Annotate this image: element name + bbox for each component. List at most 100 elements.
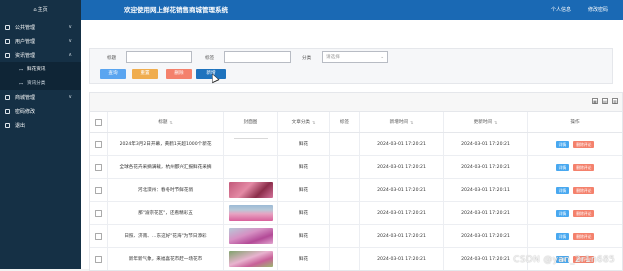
row-checkbox[interactable] xyxy=(95,140,102,148)
row-checkbox[interactable] xyxy=(95,255,102,263)
sidebar-item-shop[interactable]: 商城管理 ∨ xyxy=(0,90,81,104)
col-updated[interactable]: 更新时间 ⇅ xyxy=(444,112,528,132)
table-row: 全球各花卉采摘满载，杭州都兴汇报鲜花采摘 鲜花 2024-03-01 17:20:2… xyxy=(90,156,622,179)
cell-tag xyxy=(330,248,360,270)
col-type[interactable]: 文章分类 ⇅ xyxy=(278,112,330,132)
category-filter-label: 分类 xyxy=(302,56,312,61)
chevron-up-icon: ∧ xyxy=(68,52,72,58)
detail-button[interactable]: 详情 xyxy=(555,163,570,171)
cover-image xyxy=(228,205,273,221)
detail-button[interactable]: 详情 xyxy=(555,140,570,148)
row-select-cell xyxy=(90,156,108,178)
sidebar-subitem-flower-news[interactable]: ⊶ 鲜花资讯 xyxy=(0,62,81,76)
col-title[interactable]: 标题 ⇅ xyxy=(108,112,224,132)
cell-updated: 2024-03-01 17:20:21 xyxy=(444,156,528,178)
tag-filter-input[interactable] xyxy=(224,51,291,63)
sort-icon: ⇅ xyxy=(169,119,173,125)
table-row: 河北滦州：春冬时节鲜花俏 鲜花 2024-03-01 17:20:21 2024-03… xyxy=(90,179,622,202)
sidebar-home[interactable]: ⌂主页 xyxy=(0,0,81,20)
shop-icon xyxy=(5,94,10,100)
top-bar: 欢迎使用网上鲜花销售商城管理系统 个人信息 修改密码 xyxy=(81,0,623,20)
sidebar-item-password[interactable]: 密码修改 xyxy=(0,104,81,118)
cell-tag xyxy=(330,225,360,247)
sort-icon: ⇅ xyxy=(312,119,316,125)
sidebar-item-public[interactable]: 公共管理 ∨ xyxy=(0,20,81,34)
row-checkbox[interactable] xyxy=(95,209,102,217)
col-created[interactable]: 新增时间 ⇅ xyxy=(360,112,444,132)
sidebar-item-logout[interactable]: 退出 xyxy=(0,118,81,132)
sidebar-subitem-news-category[interactable]: ⊶ 资讯分类 xyxy=(0,76,81,90)
delete-comment-button[interactable]: 删除评论 xyxy=(573,140,595,148)
table-row: 2024年3月2日开幕，黄鹤1天超1000个新花 鲜花 2024-03-01 17:… xyxy=(90,133,622,156)
sidebar-item-label: 资讯管理 xyxy=(15,52,36,59)
link-icon: ⊶ xyxy=(19,66,23,72)
delete-comment-button[interactable]: 删除评论 xyxy=(573,186,595,194)
cell-cover xyxy=(224,179,278,201)
cell-tag xyxy=(330,179,360,201)
cell-title: 日照、济南、…东这好"花海"为节日添彩 xyxy=(108,225,224,247)
grid-icon xyxy=(5,24,10,30)
sidebar-subitem-label: 鲜花资讯 xyxy=(27,67,46,72)
print-icon[interactable]: ▤ xyxy=(602,98,608,104)
cell-title: 新年新气象，来福喜花市赶一场花市 xyxy=(108,248,224,270)
sidebar-item-news[interactable]: 资讯管理 ∧ xyxy=(0,48,81,62)
watermark: CSDN @yan_2r1n685 xyxy=(513,255,615,265)
category-select-placeholder: 请选择 xyxy=(326,55,340,60)
sidebar-item-label: 用户管理 xyxy=(15,38,36,45)
cell-updated: 2024-03-01 17:20:11 xyxy=(444,179,528,201)
col-created-label: 新增时间 xyxy=(389,120,409,125)
cell-actions: 详情 删除评论 xyxy=(528,202,622,224)
sidebar-subitem-label: 资讯分类 xyxy=(27,81,46,86)
delete-comment-button[interactable]: 删除评论 xyxy=(573,163,595,171)
home-icon: ⌂ xyxy=(33,7,37,13)
cell-updated: 2024-03-01 17:20:21 xyxy=(444,202,528,224)
cell-title: 那"渝宗花区"，还看精彩五 xyxy=(108,202,224,224)
link-icon: ⊶ xyxy=(19,80,23,86)
sort-icon: ⇅ xyxy=(410,119,414,125)
detail-button[interactable]: 详情 xyxy=(555,186,570,194)
chevron-down-icon: ∨ xyxy=(68,24,72,30)
detail-button[interactable]: 详情 xyxy=(555,232,570,240)
select-all-checkbox[interactable] xyxy=(95,118,102,126)
main-content: 标题 标签 分类 请选择 ⌄ 查询 重置 删除 新增 ▦ ▤ ▥ 标题 ⇅ 封面图… xyxy=(81,20,623,271)
table-toolbar: ▦ ▤ ▥ xyxy=(90,93,622,112)
sidebar-item-users[interactable]: 用户管理 ∨ xyxy=(0,34,81,48)
key-icon xyxy=(5,108,10,114)
news-icon xyxy=(5,52,10,58)
row-checkbox[interactable] xyxy=(95,163,102,171)
search-button[interactable]: 查询 xyxy=(100,69,126,79)
cell-actions: 详情 删除评论 xyxy=(528,179,622,201)
delete-button[interactable]: 删除 xyxy=(166,69,192,79)
cell-tag xyxy=(330,133,360,155)
cell-actions: 详情 删除评论 xyxy=(528,225,622,247)
cell-updated: 2024-03-01 17:20:21 xyxy=(444,225,528,247)
delete-comment-button[interactable]: 删除评论 xyxy=(573,232,595,240)
select-all-cell xyxy=(90,112,108,132)
data-table: ▦ ▤ ▥ 标题 ⇅ 封面图 文章分类 ⇅ 标签 新增时间 ⇅ 更新时间 ⇅ 操作 20… xyxy=(89,92,623,271)
row-checkbox[interactable] xyxy=(95,232,102,240)
col-cover-label: 封面图 xyxy=(243,120,258,125)
export-icon[interactable]: ▥ xyxy=(612,98,618,104)
grid-view-icon[interactable]: ▦ xyxy=(592,98,598,104)
cell-type: 鲜花 xyxy=(278,179,330,201)
col-updated-label: 更新时间 xyxy=(473,120,493,125)
cell-type: 鲜花 xyxy=(278,156,330,178)
profile-link[interactable]: 个人信息 xyxy=(551,0,571,20)
row-select-cell xyxy=(90,202,108,224)
search-panel: 标题 标签 分类 请选择 ⌄ 查询 重置 删除 新增 xyxy=(89,48,613,84)
category-select[interactable]: 请选择 ⌄ xyxy=(322,51,388,63)
col-type-label: 文章分类 xyxy=(291,120,311,125)
row-checkbox[interactable] xyxy=(95,186,102,194)
detail-button[interactable]: 详情 xyxy=(555,209,570,217)
cell-cover xyxy=(224,133,278,155)
cell-updated: 2024-03-01 17:20:21 xyxy=(444,133,528,155)
delete-comment-button[interactable]: 删除评论 xyxy=(573,209,595,217)
cell-type: 鲜花 xyxy=(278,225,330,247)
cell-created: 2024-03-01 17:20:21 xyxy=(360,248,444,270)
title-filter-input[interactable] xyxy=(126,51,192,63)
sidebar-home-label: 主页 xyxy=(37,7,48,13)
reset-button[interactable]: 重置 xyxy=(132,69,158,79)
change-password-link[interactable]: 修改密码 xyxy=(588,0,608,20)
row-select-cell xyxy=(90,133,108,155)
sidebar-item-label: 退出 xyxy=(15,122,26,129)
